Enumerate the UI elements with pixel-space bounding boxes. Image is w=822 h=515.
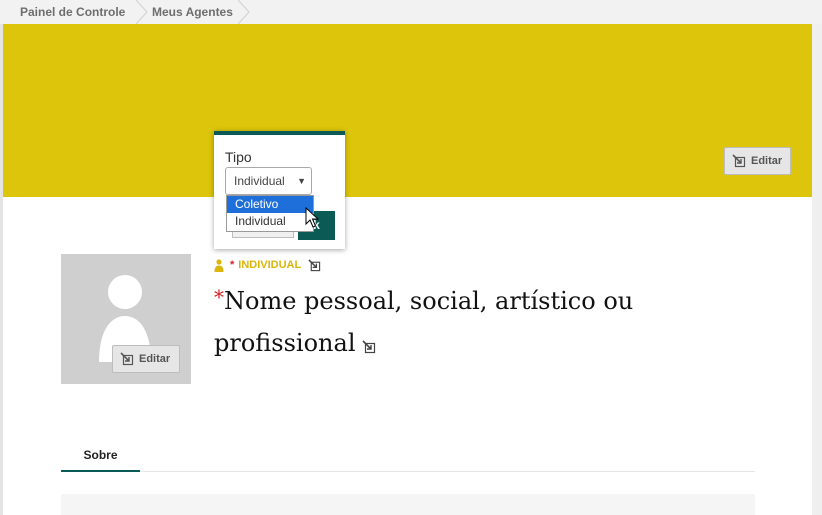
edit-image-icon <box>120 352 134 366</box>
agent-type-field[interactable]: * INDIVIDUAL <box>214 257 321 273</box>
tabs-divider <box>61 471 755 472</box>
type-dropdown-list: Coletivo Individual <box>226 195 314 232</box>
agent-name-placeholder: Nome pessoal, social, artístico ou profi… <box>214 287 634 357</box>
header-banner <box>3 24 812 197</box>
breadcrumb-separator <box>238 0 250 24</box>
content-panel <box>61 494 755 515</box>
mouse-cursor-icon <box>305 207 319 228</box>
edit-field-icon[interactable] <box>361 340 376 354</box>
breadcrumb: Painel de Controle Meus Agentes <box>0 0 822 24</box>
edit-image-icon <box>732 154 746 168</box>
page-scroll-gutter <box>812 24 822 515</box>
required-mark: * <box>230 259 235 271</box>
option-coletivo[interactable]: Coletivo <box>227 196 313 213</box>
edit-banner-button[interactable]: Editar <box>724 147 791 175</box>
edit-avatar-button[interactable]: Editar <box>112 345 180 373</box>
agent-name-field[interactable]: *Nome pessoal, social, artístico ou prof… <box>214 280 694 364</box>
edit-avatar-label: Editar <box>139 353 171 365</box>
type-select[interactable]: Individual ▼ <box>225 167 312 195</box>
dropdown-arrow-icon: ▼ <box>297 176 306 186</box>
type-label: Tipo <box>225 149 252 165</box>
required-mark: * <box>214 285 224 309</box>
agent-type-value: INDIVIDUAL <box>238 259 302 271</box>
breadcrumb-item-painel-de-controle[interactable]: Painel de Controle <box>20 0 125 24</box>
person-icon <box>214 258 224 272</box>
edit-banner-label: Editar <box>751 155 783 167</box>
option-individual[interactable]: Individual <box>227 213 313 230</box>
breadcrumb-separator <box>136 0 148 24</box>
breadcrumb-item-meus-agentes[interactable]: Meus Agentes <box>152 0 233 24</box>
active-tab-indicator <box>61 470 140 472</box>
type-select-value: Individual <box>234 174 285 188</box>
edit-field-icon[interactable] <box>308 258 321 272</box>
tab-sobre[interactable]: Sobre <box>61 440 140 471</box>
